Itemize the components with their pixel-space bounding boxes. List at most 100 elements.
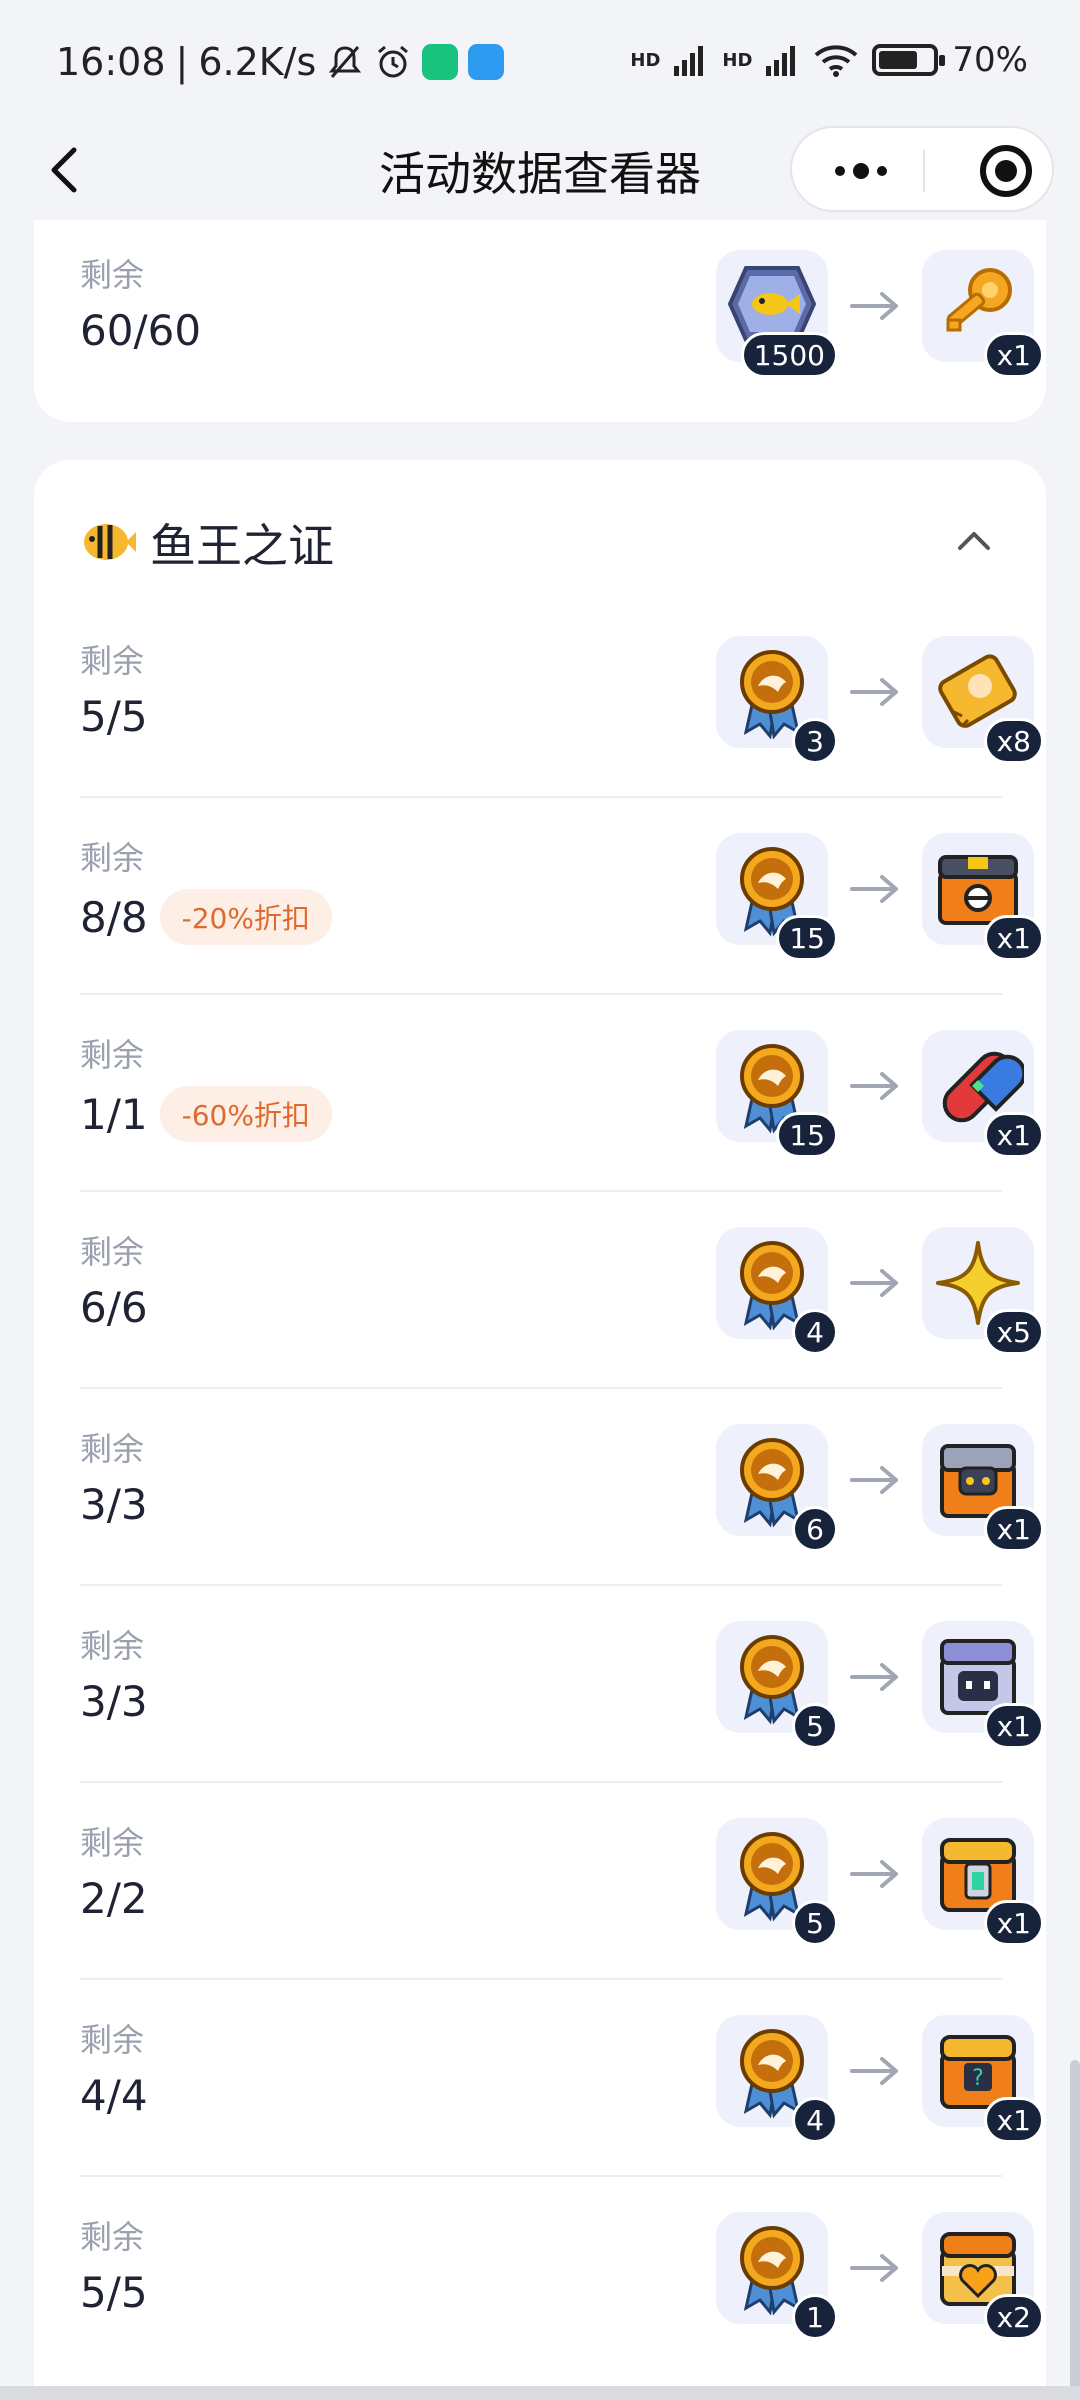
tropical-fish-icon bbox=[84, 524, 136, 560]
section-card: 鱼王之证 剩余 5/5 3 x8 剩余 8/8 -20%折扣 15 x1 剩余 1/1 -60%折扣 1… bbox=[34, 460, 1046, 2400]
battery-icon bbox=[872, 44, 946, 76]
reward-count: x1 bbox=[983, 2097, 1044, 2143]
scroll-content[interactable]: 剩余 60/60 1500 x1 鱼王之证 剩余 5/5 3 x8 剩余 8/8… bbox=[0, 220, 1080, 2400]
cost-item[interactable]: 3 bbox=[716, 636, 838, 764]
hd-label-2: HD bbox=[722, 49, 753, 71]
reward-item[interactable]: x1 bbox=[922, 250, 1044, 378]
remaining-quantity: 3/3 bbox=[80, 1480, 148, 1529]
cost-count: 5 bbox=[792, 1703, 838, 1749]
cost-item[interactable]: 1500 bbox=[716, 250, 838, 378]
chevron-up-icon[interactable] bbox=[954, 526, 994, 556]
bell-muted-icon bbox=[329, 46, 362, 78]
arrow-right-icon bbox=[850, 2057, 898, 2085]
remaining-label: 剩余 bbox=[80, 256, 145, 294]
arrow-right-icon bbox=[850, 678, 898, 706]
reward-count: x1 bbox=[983, 1506, 1044, 1552]
more-dots-icon[interactable] bbox=[806, 128, 916, 214]
remaining-quantity: 2/2 bbox=[80, 1874, 148, 1923]
reward-count: x2 bbox=[983, 2294, 1044, 2340]
cost-count: 5 bbox=[792, 1900, 838, 1946]
exchange-row: 剩余 3/3 5 x1 bbox=[80, 1587, 1044, 1783]
reward-count: x8 bbox=[983, 718, 1044, 764]
network-speed: 6.2K/s bbox=[198, 40, 317, 84]
reward-item[interactable]: x8 bbox=[922, 636, 1044, 764]
reward-item[interactable]: x1 bbox=[922, 1621, 1044, 1749]
cost-item[interactable]: 5 bbox=[716, 1818, 838, 1946]
reward-item[interactable]: x1 bbox=[922, 833, 1044, 961]
remaining-label: 剩余 bbox=[80, 642, 145, 680]
scrollbar[interactable] bbox=[1070, 2060, 1080, 2400]
clock: 16:08 bbox=[56, 40, 166, 84]
hd-label-1: HD bbox=[630, 49, 661, 71]
row-divider bbox=[80, 1781, 1002, 1783]
remaining-quantity: 5/5 bbox=[80, 692, 148, 741]
reward-count: x1 bbox=[983, 1900, 1044, 1946]
exchange-row: 剩余 1/1 -60%折扣 15 x1 bbox=[80, 996, 1044, 1192]
reward-count: x1 bbox=[983, 1703, 1044, 1749]
remaining-label: 剩余 bbox=[80, 2218, 145, 2256]
section-title: 鱼王之证 bbox=[150, 519, 334, 573]
cost-item[interactable]: 4 bbox=[716, 1227, 838, 1355]
reward-item[interactable]: x1 bbox=[922, 1424, 1044, 1552]
cost-item[interactable]: 6 bbox=[716, 1424, 838, 1552]
reward-item[interactable]: x1 bbox=[922, 1818, 1044, 1946]
cost-item[interactable]: 15 bbox=[716, 1030, 838, 1158]
cost-item[interactable]: 4 bbox=[716, 2015, 838, 2143]
cost-item[interactable]: 5 bbox=[716, 1621, 838, 1749]
exchange-row: 剩余 5/5 3 x8 bbox=[80, 602, 1044, 798]
remaining-label: 剩余 bbox=[80, 2021, 145, 2059]
exchange-row: 剩余 5/5 1 x2 bbox=[80, 2178, 1044, 2374]
reward-item[interactable]: x5 bbox=[922, 1227, 1044, 1355]
reward-item[interactable]: x2 bbox=[922, 2212, 1044, 2340]
capsule-divider bbox=[923, 150, 925, 192]
remaining-label: 剩余 bbox=[80, 1233, 145, 1271]
row-divider bbox=[80, 1978, 1002, 1980]
cost-count: 6 bbox=[792, 1506, 838, 1552]
cost-count: 4 bbox=[792, 1309, 838, 1355]
section-header[interactable]: 鱼王之证 bbox=[80, 500, 1002, 580]
arrow-right-icon bbox=[850, 1860, 898, 1888]
exchange-row: 剩余 4/4 4? x1 bbox=[80, 1981, 1044, 2177]
cost-count: 15 bbox=[776, 1112, 838, 1158]
remaining-quantity: 6/6 bbox=[80, 1283, 148, 1332]
reward-item[interactable]: x1 bbox=[922, 1030, 1044, 1158]
arrow-right-icon bbox=[850, 2254, 898, 2282]
exchange-row: 剩余 60/60 1500 x1 bbox=[80, 220, 1044, 396]
signal-icon bbox=[674, 46, 704, 76]
remaining-label: 剩余 bbox=[80, 839, 145, 877]
exchange-row: 剩余 6/6 4 x5 bbox=[80, 1193, 1044, 1389]
row-divider bbox=[80, 796, 1002, 798]
remaining-label: 剩余 bbox=[80, 1430, 145, 1468]
exchange-card-previous: 剩余 60/60 1500 x1 bbox=[34, 220, 1046, 422]
cost-count: 3 bbox=[792, 718, 838, 764]
mini-program-capsule bbox=[790, 126, 1054, 212]
remaining-label: 剩余 bbox=[80, 1627, 145, 1665]
row-divider bbox=[80, 993, 1002, 995]
nav-bar: 活动数据查看器 bbox=[0, 120, 1080, 220]
remaining-quantity: 60/60 bbox=[80, 306, 202, 355]
bottom-edge bbox=[0, 2386, 1080, 2400]
cost-item[interactable]: 15 bbox=[716, 833, 838, 961]
discount-badge: -20%折扣 bbox=[159, 889, 332, 945]
target-close-icon[interactable] bbox=[980, 145, 1032, 197]
remaining-quantity: 1/1 bbox=[80, 1089, 148, 1139]
reward-count: x1 bbox=[983, 332, 1044, 378]
reward-item[interactable]: ? x1 bbox=[922, 2015, 1044, 2143]
arrow-right-icon bbox=[850, 1269, 898, 1297]
status-bar: 16:08 | 6.2K/s HD HD 70% bbox=[0, 0, 1080, 120]
cost-item[interactable]: 1 bbox=[716, 2212, 838, 2340]
status-right: HD HD 70% bbox=[630, 40, 1028, 80]
cost-count: 4 bbox=[792, 2097, 838, 2143]
reward-count: x5 bbox=[983, 1309, 1044, 1355]
remaining-quantity: 3/3 bbox=[80, 1677, 148, 1726]
arrow-right-icon bbox=[850, 292, 898, 320]
exchange-row: 剩余 3/3 6 x1 bbox=[80, 1390, 1044, 1586]
reward-count: x1 bbox=[983, 1112, 1044, 1158]
remaining-quantity: 5/5 bbox=[80, 2268, 148, 2317]
cost-count: 1 bbox=[792, 2294, 838, 2340]
remaining-label: 剩余 bbox=[80, 1036, 145, 1074]
exchange-row: 剩余 2/2 5 x1 bbox=[80, 1784, 1044, 1980]
remaining-label: 剩余 bbox=[80, 1824, 145, 1862]
row-divider bbox=[80, 2175, 1002, 2177]
row-divider bbox=[80, 1190, 1002, 1192]
